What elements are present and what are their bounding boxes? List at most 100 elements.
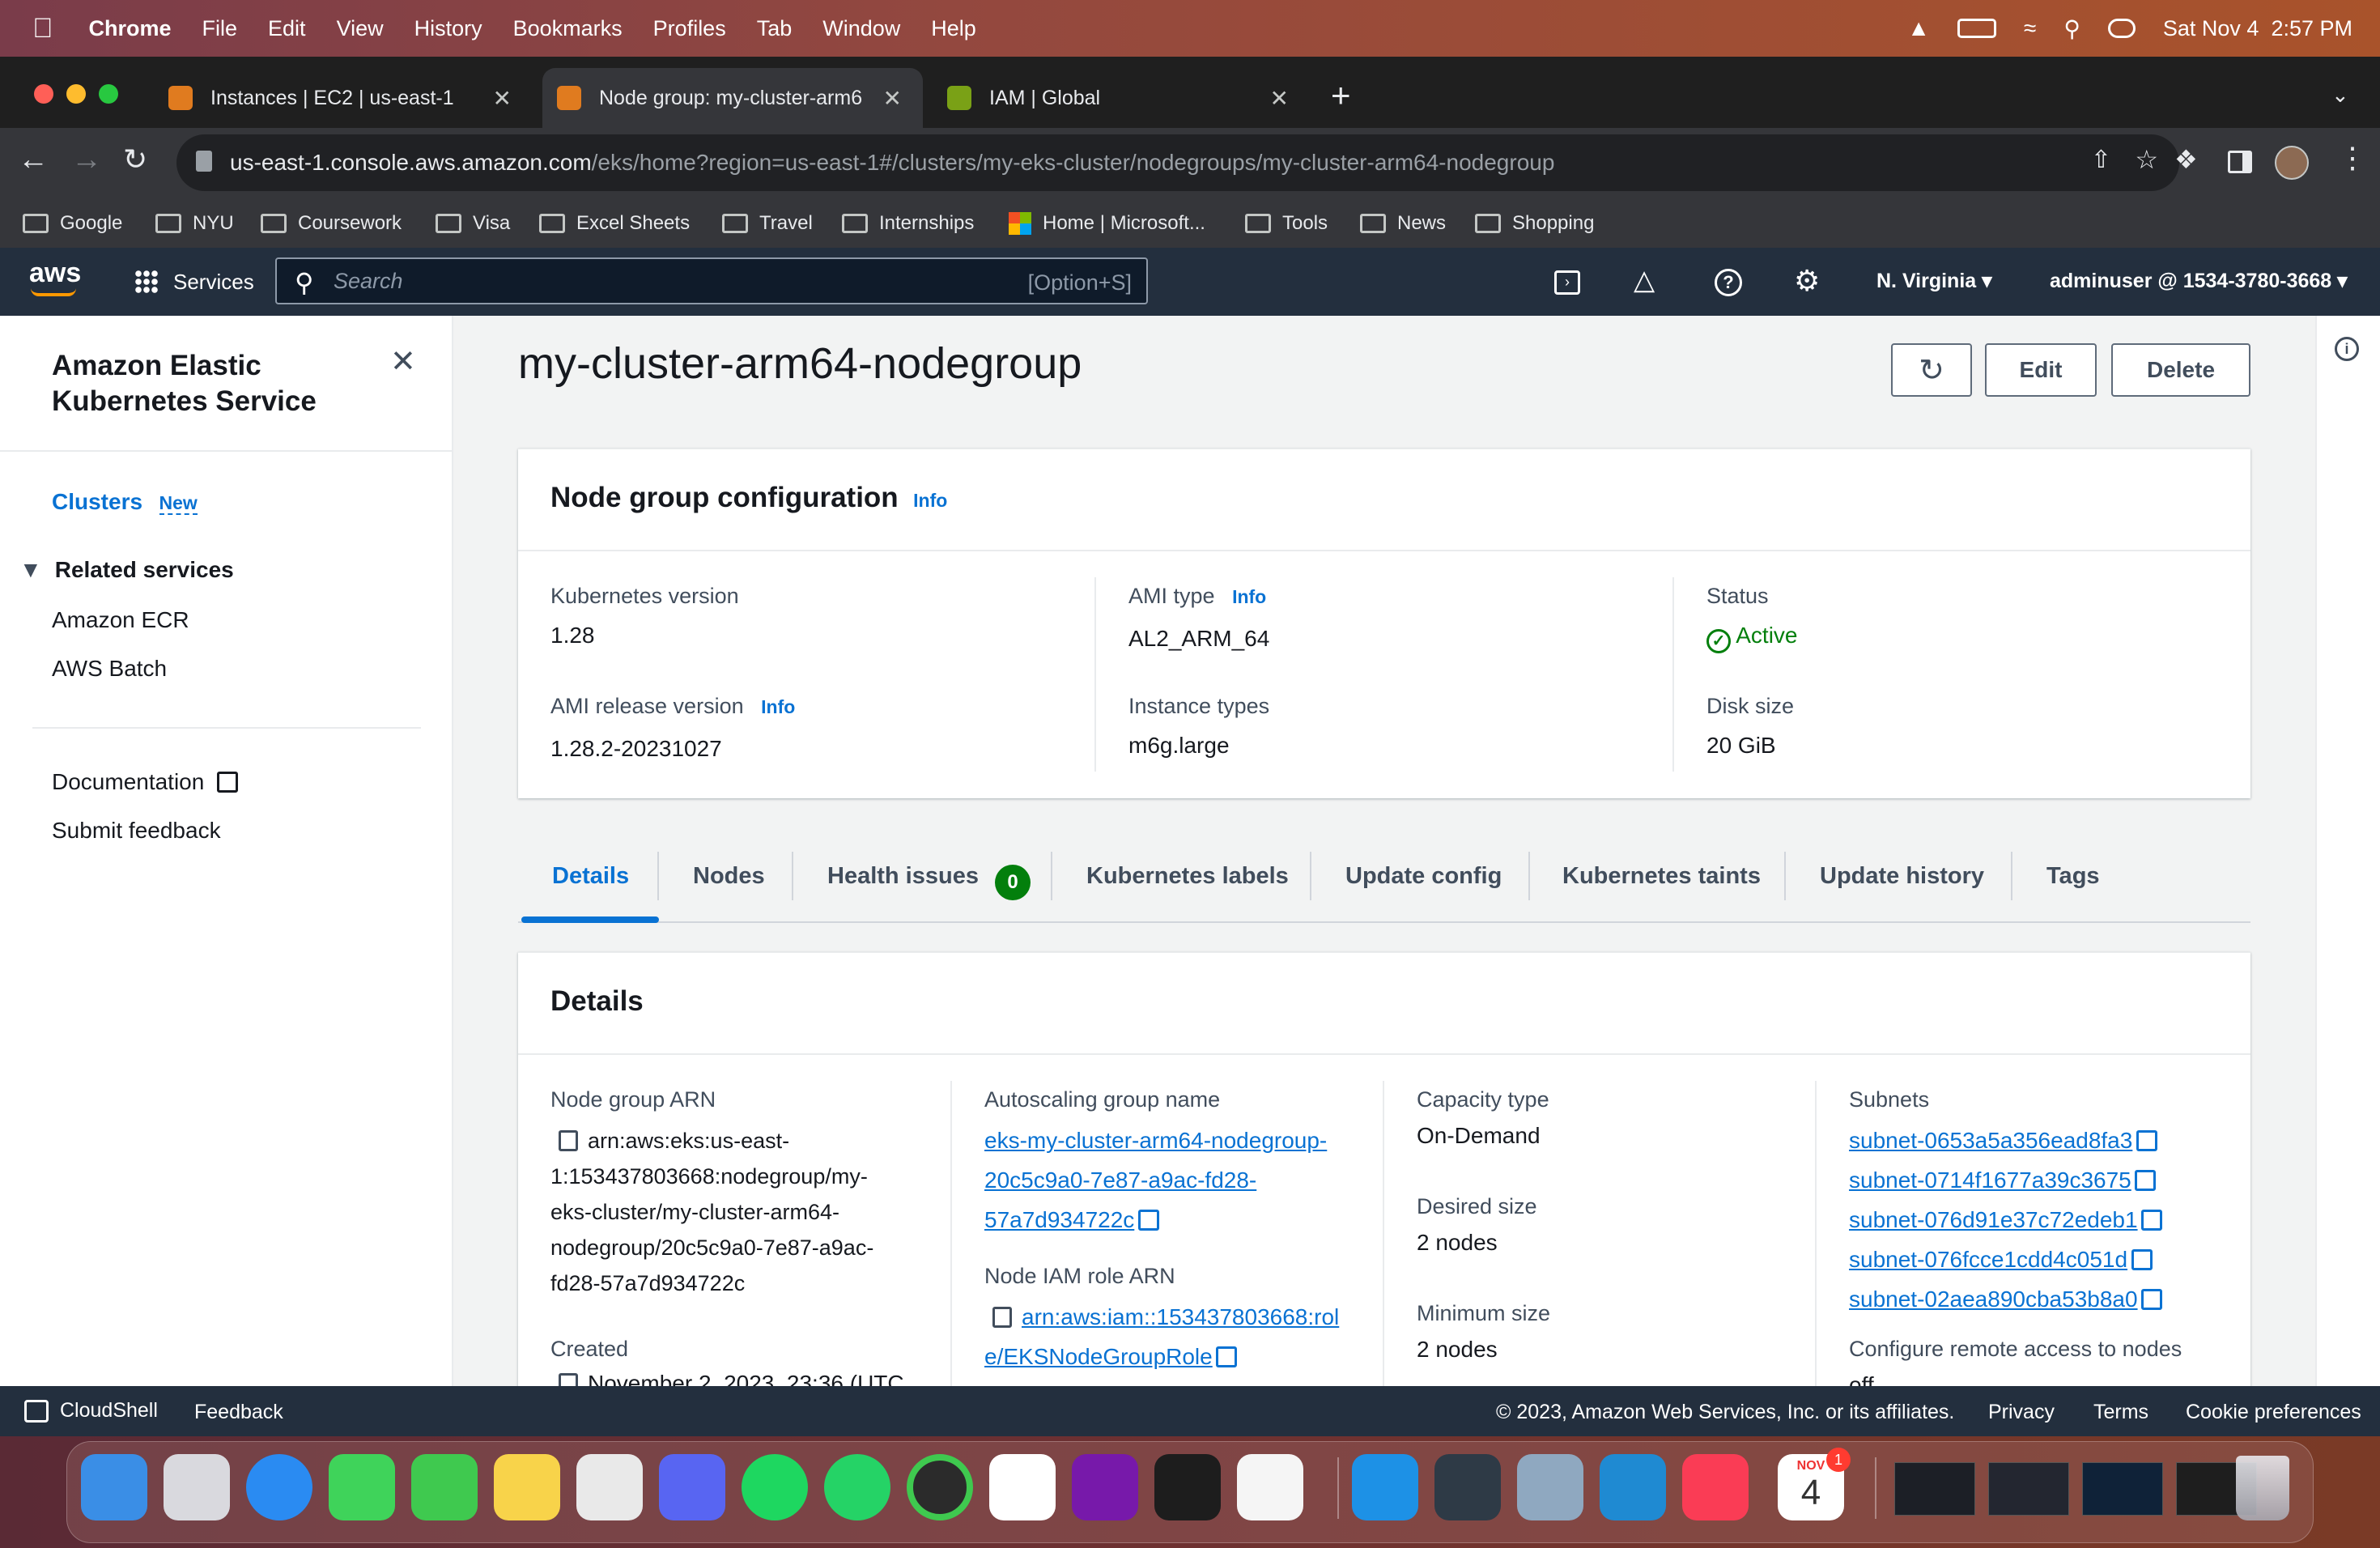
bookmark-folder[interactable]: News: [1360, 206, 1446, 241]
dock-preview-icon[interactable]: [1517, 1454, 1583, 1520]
dock-calendar-icon[interactable]: NOV 4 1: [1778, 1448, 1851, 1520]
window-close-button[interactable]: [34, 84, 53, 104]
window-maximize-button[interactable]: [99, 84, 118, 104]
tab-search-chevron-icon[interactable]: ⌄: [2331, 83, 2349, 108]
address-bar[interactable]: us-east-1.console.aws.amazon.com/eks/hom…: [176, 134, 2179, 191]
dock-trash-icon[interactable]: [2236, 1456, 2289, 1520]
tab-update-history[interactable]: Update history: [1820, 863, 1984, 890]
menu-clock[interactable]: Sat Nov 4 2:57 PM: [2163, 16, 2352, 41]
asg-link-line[interactable]: 20c5c9a0-7e87-a9ac-fd28-: [984, 1167, 1256, 1193]
bookmark-folder[interactable]: Google: [23, 206, 122, 241]
forward-arrow-icon[interactable]: →: [71, 142, 102, 177]
dock-onenote-icon[interactable]: [1072, 1454, 1138, 1520]
dock-facetime-icon[interactable]: [411, 1454, 478, 1520]
menu-window[interactable]: Window: [822, 16, 900, 41]
subnet-link[interactable]: subnet-076d91e37c72edeb1: [1849, 1202, 2163, 1242]
privacy-link[interactable]: Privacy: [1988, 1401, 2055, 1424]
subnet-link[interactable]: subnet-076fcce1cdd4c051d: [1849, 1242, 2162, 1282]
extensions-puzzle-icon[interactable]: ❖: [2174, 144, 2198, 175]
aws-logo[interactable]: aws: [29, 257, 81, 289]
dock-music-icon[interactable]: [1682, 1454, 1749, 1520]
apple-icon[interactable]: : [32, 13, 53, 45]
dock-minimized-window-thumbnail[interactable]: [1988, 1462, 2069, 1516]
tab-update-config[interactable]: Update config: [1345, 863, 1502, 890]
dock-textedit-icon[interactable]: [1237, 1454, 1303, 1520]
bookmark-folder[interactable]: Coursework: [261, 206, 402, 241]
sidebar-item-clusters[interactable]: Clusters New: [52, 489, 198, 515]
menu-history[interactable]: History: [414, 16, 482, 41]
dock-safari-icon[interactable]: [246, 1454, 312, 1520]
settings-gear-icon[interactable]: ⚙: [1794, 264, 1820, 298]
subnet-id[interactable]: subnet-076fcce1cdd4c051d: [1849, 1247, 2127, 1272]
browser-tab-ec2[interactable]: Instances | EC2 | us-east-1 ✕: [159, 68, 533, 128]
share-icon[interactable]: ⇧: [2091, 146, 2111, 174]
delete-button[interactable]: Delete: [2111, 343, 2250, 397]
dock-finder-icon[interactable]: [81, 1454, 147, 1520]
related-services-toggle[interactable]: ▼ Related services: [19, 557, 234, 583]
sidebar-item-batch[interactable]: AWS Batch: [52, 656, 167, 682]
subnet-id[interactable]: subnet-0714f1677a39c3675: [1849, 1167, 2131, 1193]
wifi-icon[interactable]: ≈: [2024, 15, 2036, 41]
subnet-id[interactable]: subnet-02aea890cba53b8a0: [1849, 1286, 2138, 1312]
tab-close-icon[interactable]: ✕: [1270, 85, 1289, 112]
subnet-id[interactable]: subnet-076d91e37c72edeb1: [1849, 1207, 2138, 1232]
services-menu-button[interactable]: Services: [134, 267, 254, 296]
asg-link-line[interactable]: 57a7d934722c: [984, 1207, 1134, 1232]
info-circle-icon[interactable]: i: [2335, 337, 2359, 361]
menu-view[interactable]: View: [337, 16, 384, 41]
tab-close-icon[interactable]: ✕: [883, 85, 902, 112]
dock-minimized-window-thumbnail[interactable]: [2082, 1462, 2163, 1516]
bookmark-folder[interactable]: Tools: [1245, 206, 1328, 241]
tab-details[interactable]: Details: [552, 863, 629, 890]
tab-health-issues[interactable]: Health issues 0: [827, 863, 1031, 900]
battery-icon[interactable]: [1957, 19, 1996, 38]
subnet-link[interactable]: subnet-0653a5a356ead8fa3: [1849, 1123, 2162, 1163]
bookmark-star-icon[interactable]: ☆: [2135, 144, 2158, 175]
menu-file[interactable]: File: [202, 16, 238, 41]
bookmark-folder[interactable]: Travel: [722, 206, 813, 241]
dock-launchpad-icon[interactable]: [164, 1454, 230, 1520]
menu-bookmarks[interactable]: Bookmarks: [513, 16, 623, 41]
window-minimize-button[interactable]: [66, 84, 86, 104]
info-link[interactable]: Info: [761, 696, 795, 717]
dock-chrome-icon[interactable]: [576, 1454, 643, 1520]
copy-icon[interactable]: [559, 1130, 578, 1151]
new-tab-button[interactable]: +: [1331, 76, 1351, 115]
bookmark-folder[interactable]: Shopping: [1475, 206, 1594, 241]
dock-docker-icon[interactable]: [1352, 1454, 1418, 1520]
node-iam-role-link[interactable]: arn:aws:iam::153437803668:rol e/EKSNodeG…: [984, 1299, 1339, 1379]
browser-tab-iam[interactable]: IAM | Global ✕: [933, 68, 1310, 128]
dock-slack-icon[interactable]: [989, 1454, 1056, 1520]
dock-xcode-like-icon[interactable]: [1434, 1454, 1501, 1520]
profile-avatar[interactable]: [2275, 146, 2309, 180]
browser-tab-eks[interactable]: Node group: my-cluster-arm6 ✕: [542, 68, 923, 128]
asg-name-link[interactable]: eks-my-cluster-arm64-nodegroup- 20c5c9a0…: [984, 1123, 1327, 1242]
dock-circle-app-icon[interactable]: [907, 1454, 973, 1520]
info-link[interactable]: Info: [913, 490, 947, 511]
aws-search-input[interactable]: ⚲ Search [Option+S]: [275, 257, 1148, 304]
tab-nodes[interactable]: Nodes: [693, 863, 765, 890]
dock-minimized-window-thumbnail[interactable]: [1894, 1462, 1975, 1516]
tab-close-icon[interactable]: ✕: [493, 85, 512, 112]
dock-whatsapp-icon[interactable]: [824, 1454, 890, 1520]
sidebar-close-icon[interactable]: ✕: [390, 343, 416, 380]
lock-icon[interactable]: [196, 151, 212, 172]
bookmark-link[interactable]: Home | Microsoft...: [1009, 206, 1205, 241]
refresh-button[interactable]: ↻: [1891, 343, 1972, 397]
cloudshell-icon[interactable]: ›: [1554, 270, 1580, 295]
help-icon[interactable]: ?: [1715, 269, 1742, 296]
sidebar-item-ecr[interactable]: Amazon ECR: [52, 607, 189, 633]
reload-icon[interactable]: ↻: [123, 142, 147, 176]
dock-discord-icon[interactable]: [659, 1454, 725, 1520]
side-panel-icon[interactable]: [2228, 151, 2252, 173]
tab-kubernetes-labels[interactable]: Kubernetes labels: [1086, 863, 1289, 890]
dock-spotify-icon[interactable]: [742, 1454, 808, 1520]
bookmark-folder[interactable]: NYU: [155, 206, 234, 241]
sidebar-item-documentation[interactable]: Documentation: [52, 769, 239, 795]
role-link-line[interactable]: e/EKSNodeGroupRole: [984, 1344, 1213, 1369]
edit-button[interactable]: Edit: [1985, 343, 2097, 397]
cookie-preferences-link[interactable]: Cookie preferences: [2186, 1401, 2361, 1424]
clusters-link[interactable]: Clusters: [52, 489, 142, 514]
tab-tags[interactable]: Tags: [2046, 863, 2100, 890]
dock-notes-icon[interactable]: [494, 1454, 560, 1520]
